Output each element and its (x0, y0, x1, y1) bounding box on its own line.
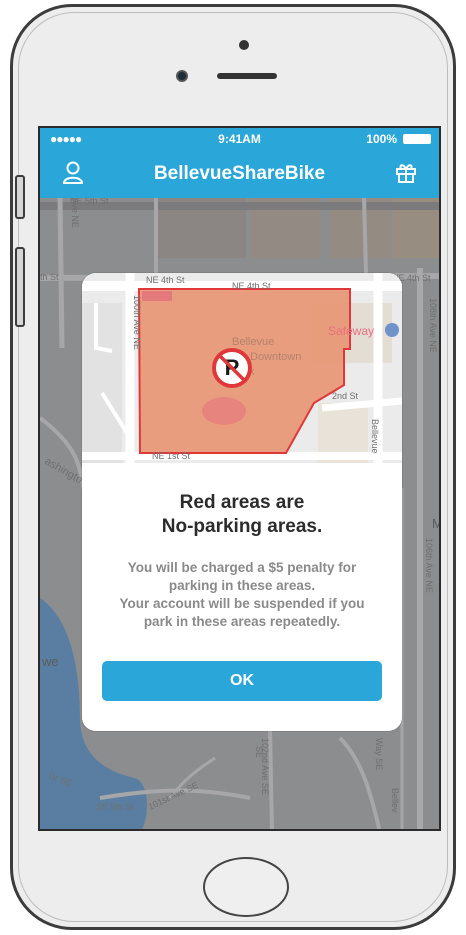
battery-percent: 100% (366, 132, 397, 146)
map-label-bellevue-way: Bellevue (370, 419, 380, 454)
street-label-way-se: Way SE (374, 738, 384, 770)
street-label-se: SE (254, 746, 264, 758)
home-button[interactable] (203, 857, 289, 917)
street-label-106th: 106th Ave NE (424, 538, 434, 593)
street-label-th-st: th St (40, 272, 59, 282)
volume-button (15, 247, 25, 327)
app-title: BellevueShareBike (153, 163, 326, 184)
map-label-park-1: Bellevue (232, 336, 274, 348)
battery-icon (403, 134, 431, 144)
dialog-message-line-4: park in these areas repeatedly. (143, 614, 341, 629)
map-label-ne-4th-a: NE 4th St (146, 275, 185, 285)
sensor-dot (239, 40, 249, 50)
nav-bar: BellevueShareBike (40, 150, 439, 198)
dialog-message-line-2: parking in these areas. (168, 578, 316, 593)
dialog-title-line-1: Red areas are (179, 492, 305, 513)
dialog-body: Red areas are No-parking areas. You will… (82, 463, 402, 731)
dialog-message-line-1: You will be charged a $5 penalty for (127, 560, 357, 575)
top-bar: ●●●●● 9:41AM 100% BellevueShareBike (40, 128, 439, 198)
front-camera (176, 70, 188, 82)
dialog-title: Red areas are No-parking areas. (82, 491, 402, 539)
map-label-park-2: Downtown (250, 351, 301, 363)
no-parking-map: NE 4th St NE 4th St 100th Ave NE Bellevu… (82, 273, 402, 463)
map-label-100th: 100th Ave NE (132, 295, 142, 350)
map-label-ne-1st: NE 1st St (152, 451, 191, 461)
dialog-message-line-3: Your account will be suspended if you (119, 596, 365, 611)
no-parking-dialog: NE 4th St NE 4th St 100th Ave NE Bellevu… (82, 273, 402, 731)
street-label-bellev: Bellev (390, 788, 400, 813)
street-label-se-5th: SE 5th St (96, 802, 135, 812)
ok-button[interactable]: OK (102, 661, 382, 701)
map-label-we: we (41, 654, 59, 669)
earpiece-speaker (217, 73, 277, 79)
map-label-m: M (432, 516, 441, 531)
map-label-2nd-st: 2nd St (332, 391, 359, 401)
map-pin-icon (385, 323, 399, 337)
street-label-98th: 98th Ave NE (70, 198, 80, 228)
map-label-ne-4th-b: NE 4th St (232, 281, 271, 291)
dialog-message: You will be charged a $5 penalty for par… (98, 559, 386, 631)
mute-switch (15, 175, 25, 219)
map-label-safeway: Safeway (328, 324, 374, 338)
status-bar: ●●●●● 9:41AM 100% (40, 128, 439, 150)
no-parking-icon: P (212, 348, 252, 388)
app-screen: NE 5th St 98th Ave NE th St NE 4th St 10… (38, 126, 441, 831)
dialog-title-line-2: No-parking areas. (161, 516, 323, 537)
gift-icon[interactable] (395, 161, 417, 183)
street-label-108th: 108th Ave NE (428, 298, 438, 353)
